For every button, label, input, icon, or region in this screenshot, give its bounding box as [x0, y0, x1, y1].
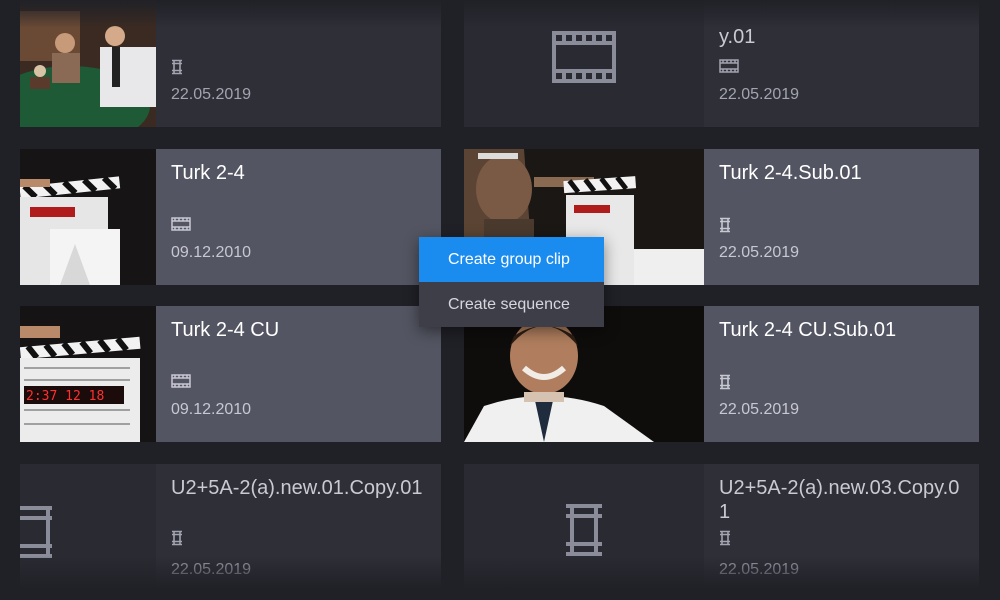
thumbnail-clapper-timecode: 2:37 12 18	[20, 306, 156, 442]
card-date: 22.05.2019	[171, 561, 252, 578]
sequence-icon	[719, 530, 731, 551]
media-grid: 22.05.2019 y.01 22.05.2019 Turk 2-4 09.1…	[0, 0, 1000, 600]
film-frame-placeholder-icon	[564, 503, 604, 561]
media-card[interactable]: 22.05.2019	[20, 0, 441, 127]
sequence-icon	[171, 59, 183, 80]
film-strip-icon	[719, 59, 739, 78]
card-title: Turk 2-4.Sub.01	[719, 162, 862, 184]
card-title: U2+5A-2(a).new.03.Copy.01	[719, 477, 960, 523]
media-card[interactable]: U2+5A-2(a).new.03.Copy.01 22.05.2019	[464, 464, 979, 600]
film-frame-placeholder-icon	[20, 506, 56, 563]
svg-text:2:37 12 18: 2:37 12 18	[26, 389, 104, 404]
thumbnail-poker-table	[20, 0, 156, 127]
thumbnail-clapperboard	[20, 149, 156, 285]
thumbnail-placeholder	[464, 0, 704, 127]
card-date: 22.05.2019	[171, 86, 252, 103]
film-strip-icon	[171, 374, 191, 393]
card-title: y.01	[719, 26, 756, 48]
card-title: Turk 2-4	[171, 162, 245, 184]
sequence-icon	[719, 217, 731, 238]
card-info: U2+5A-2(a).new.03.Copy.01 22.05.2019	[704, 464, 979, 600]
thumbnail-placeholder	[20, 464, 156, 600]
card-date: 09.12.2010	[171, 244, 252, 261]
card-title: Turk 2-4 CU	[171, 319, 280, 341]
card-info: Turk 2-4 09.12.2010	[156, 149, 441, 285]
card-title: U2+5A-2(a).new.01.Copy.01	[171, 477, 423, 499]
card-title: Turk 2-4 CU.Sub.01	[719, 319, 897, 341]
create-group-clip-menu-item[interactable]: Create group clip	[419, 237, 604, 282]
film-strip-icon	[171, 217, 191, 236]
card-info: 22.05.2019	[156, 0, 441, 127]
film-frame-placeholder-icon	[552, 30, 616, 88]
create-sequence-menu-item[interactable]: Create sequence	[419, 282, 604, 327]
media-card-selected[interactable]: 2:37 12 18 Turk 2-4 CU 09.12.2010	[20, 306, 441, 442]
media-card[interactable]: U2+5A-2(a).new.01.Copy.01 22.05.2019	[20, 464, 441, 600]
card-info: y.01 22.05.2019	[704, 0, 979, 127]
card-info: Turk 2-4.Sub.01 22.05.2019	[704, 149, 979, 285]
sequence-icon	[171, 530, 183, 551]
sequence-icon	[719, 374, 731, 395]
card-date: 22.05.2019	[719, 561, 800, 578]
card-info: Turk 2-4 CU 09.12.2010	[156, 306, 441, 442]
card-date: 09.12.2010	[171, 401, 252, 418]
card-info: U2+5A-2(a).new.01.Copy.01 22.05.2019	[156, 464, 441, 600]
card-date: 22.05.2019	[719, 401, 800, 418]
thumbnail-placeholder	[464, 464, 704, 600]
media-card[interactable]: y.01 22.05.2019	[464, 0, 979, 127]
media-card-selected[interactable]: Turk 2-4 09.12.2010	[20, 149, 441, 285]
card-info: Turk 2-4 CU.Sub.01 22.05.2019	[704, 306, 979, 442]
card-date: 22.05.2019	[719, 244, 800, 261]
card-date: 22.05.2019	[719, 86, 800, 103]
context-menu: Create group clip Create sequence	[419, 237, 604, 327]
